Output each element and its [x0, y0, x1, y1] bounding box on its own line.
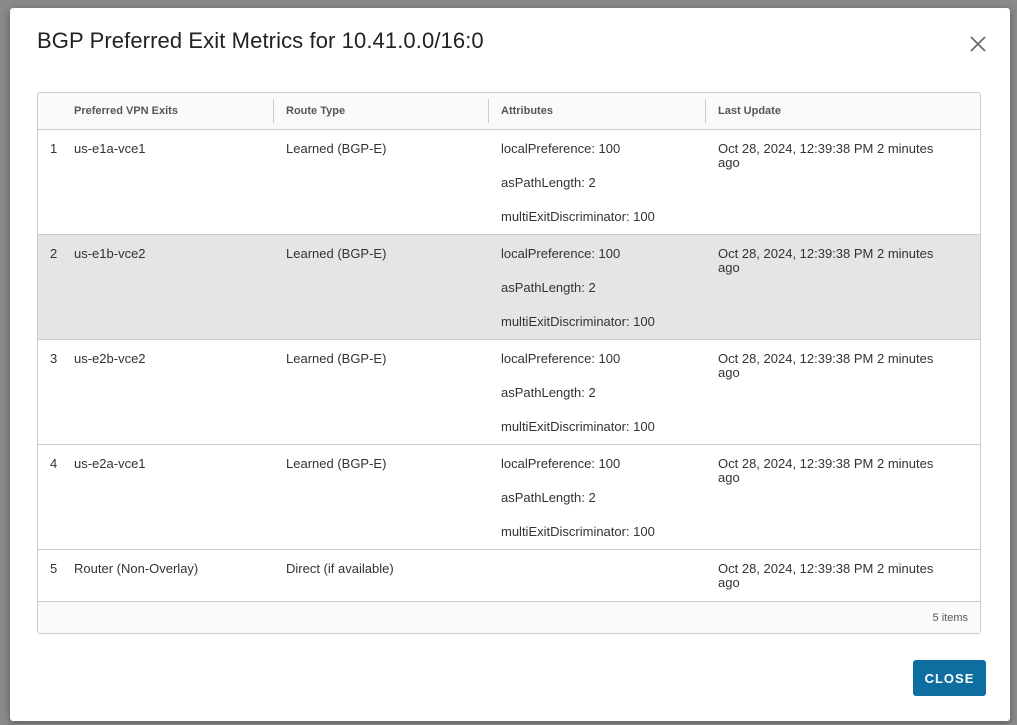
- table-row[interactable]: 4 us-e2a-vce1 Learned (BGP-E) localPreferen…: [38, 445, 980, 550]
- row-index: 3: [50, 351, 58, 366]
- table-row[interactable]: 1 us-e1a-vce1 Learned (BGP-E) localPreferen…: [38, 130, 980, 235]
- attributes-cell: localPreference: 100 asPathLength: 2 multi…: [501, 352, 655, 454]
- exits-datagrid: Preferred VPN Exits Route Type Attribute…: [37, 92, 981, 634]
- attribute-line: asPathLength: 2: [501, 280, 596, 295]
- row-index: 5: [50, 561, 58, 576]
- column-header-attributes[interactable]: Attributes: [501, 93, 553, 129]
- dialog-title: BGP Preferred Exit Metrics for 10.41.0.0…: [37, 28, 484, 53]
- preferred-vpn-exit-cell: Router (Non-Overlay): [74, 561, 199, 576]
- attributes-cell: localPreference: 100 asPathLength: 2 multi…: [501, 457, 655, 559]
- attribute-line: localPreference: 100: [501, 456, 621, 471]
- column-header-preferred-vpn-exits[interactable]: Preferred VPN Exits: [74, 93, 178, 129]
- route-type-cell: Learned (BGP-E): [286, 246, 387, 261]
- item-count: 5 items: [932, 612, 968, 624]
- column-header-route-type[interactable]: Route Type: [286, 93, 345, 129]
- route-type-cell: Learned (BGP-E): [286, 351, 387, 366]
- attribute-line: localPreference: 100: [501, 246, 621, 261]
- column-separator[interactable]: [705, 99, 706, 123]
- datagrid-footer: 5 items: [38, 601, 980, 633]
- attribute-line: localPreference: 100: [501, 141, 621, 156]
- close-icon[interactable]: [968, 34, 988, 54]
- table-row[interactable]: 2 us-e1b-vce2 Learned (BGP-E) localPreferen…: [38, 235, 980, 340]
- preferred-vpn-exit-cell: us-e1b-vce2: [74, 246, 146, 261]
- column-separator[interactable]: [488, 99, 489, 123]
- last-update-cell: Oct 28, 2024, 12:39:38 PM 2 minutes ago: [718, 141, 934, 170]
- route-type-cell: Learned (BGP-E): [286, 141, 387, 156]
- preferred-vpn-exit-cell: us-e1a-vce1: [74, 141, 146, 156]
- table-row[interactable]: 3 us-e2b-vce2 Learned (BGP-E) localPreferen…: [38, 340, 980, 445]
- row-index: 4: [50, 456, 58, 471]
- close-button[interactable]: CLOSE: [913, 660, 986, 696]
- last-update-cell: Oct 28, 2024, 12:39:38 PM 2 minutes ago: [718, 561, 934, 590]
- attributes-cell: localPreference: 100 asPathLength: 2 multi…: [501, 247, 655, 349]
- last-update-cell: Oct 28, 2024, 12:39:38 PM 2 minutes ago: [718, 246, 934, 275]
- attribute-line: asPathLength: 2: [501, 490, 596, 505]
- column-separator[interactable]: [273, 99, 274, 123]
- column-header-last-update[interactable]: Last Update: [718, 93, 781, 129]
- preferred-vpn-exit-cell: us-e2a-vce1: [74, 456, 146, 471]
- preferred-vpn-exit-cell: us-e2b-vce2: [74, 351, 146, 366]
- last-update-cell: Oct 28, 2024, 12:39:38 PM 2 minutes ago: [718, 351, 934, 380]
- route-type-cell: Learned (BGP-E): [286, 456, 387, 471]
- last-update-cell: Oct 28, 2024, 12:39:38 PM 2 minutes ago: [718, 456, 934, 485]
- attribute-line: localPreference: 100: [501, 351, 621, 366]
- attribute-line: asPathLength: 2: [501, 385, 596, 400]
- datagrid-header: Preferred VPN Exits Route Type Attribute…: [38, 93, 980, 130]
- attribute-line: asPathLength: 2: [501, 175, 596, 190]
- table-row[interactable]: 5 Router (Non-Overlay) Direct (if availabl…: [38, 550, 980, 602]
- route-type-cell: Direct (if available): [286, 561, 394, 576]
- bgp-metrics-dialog: BGP Preferred Exit Metrics for 10.41.0.0…: [10, 8, 1010, 721]
- attributes-cell: localPreference: 100 asPathLength: 2 multi…: [501, 142, 655, 244]
- row-index: 2: [50, 246, 58, 261]
- row-index: 1: [50, 141, 58, 156]
